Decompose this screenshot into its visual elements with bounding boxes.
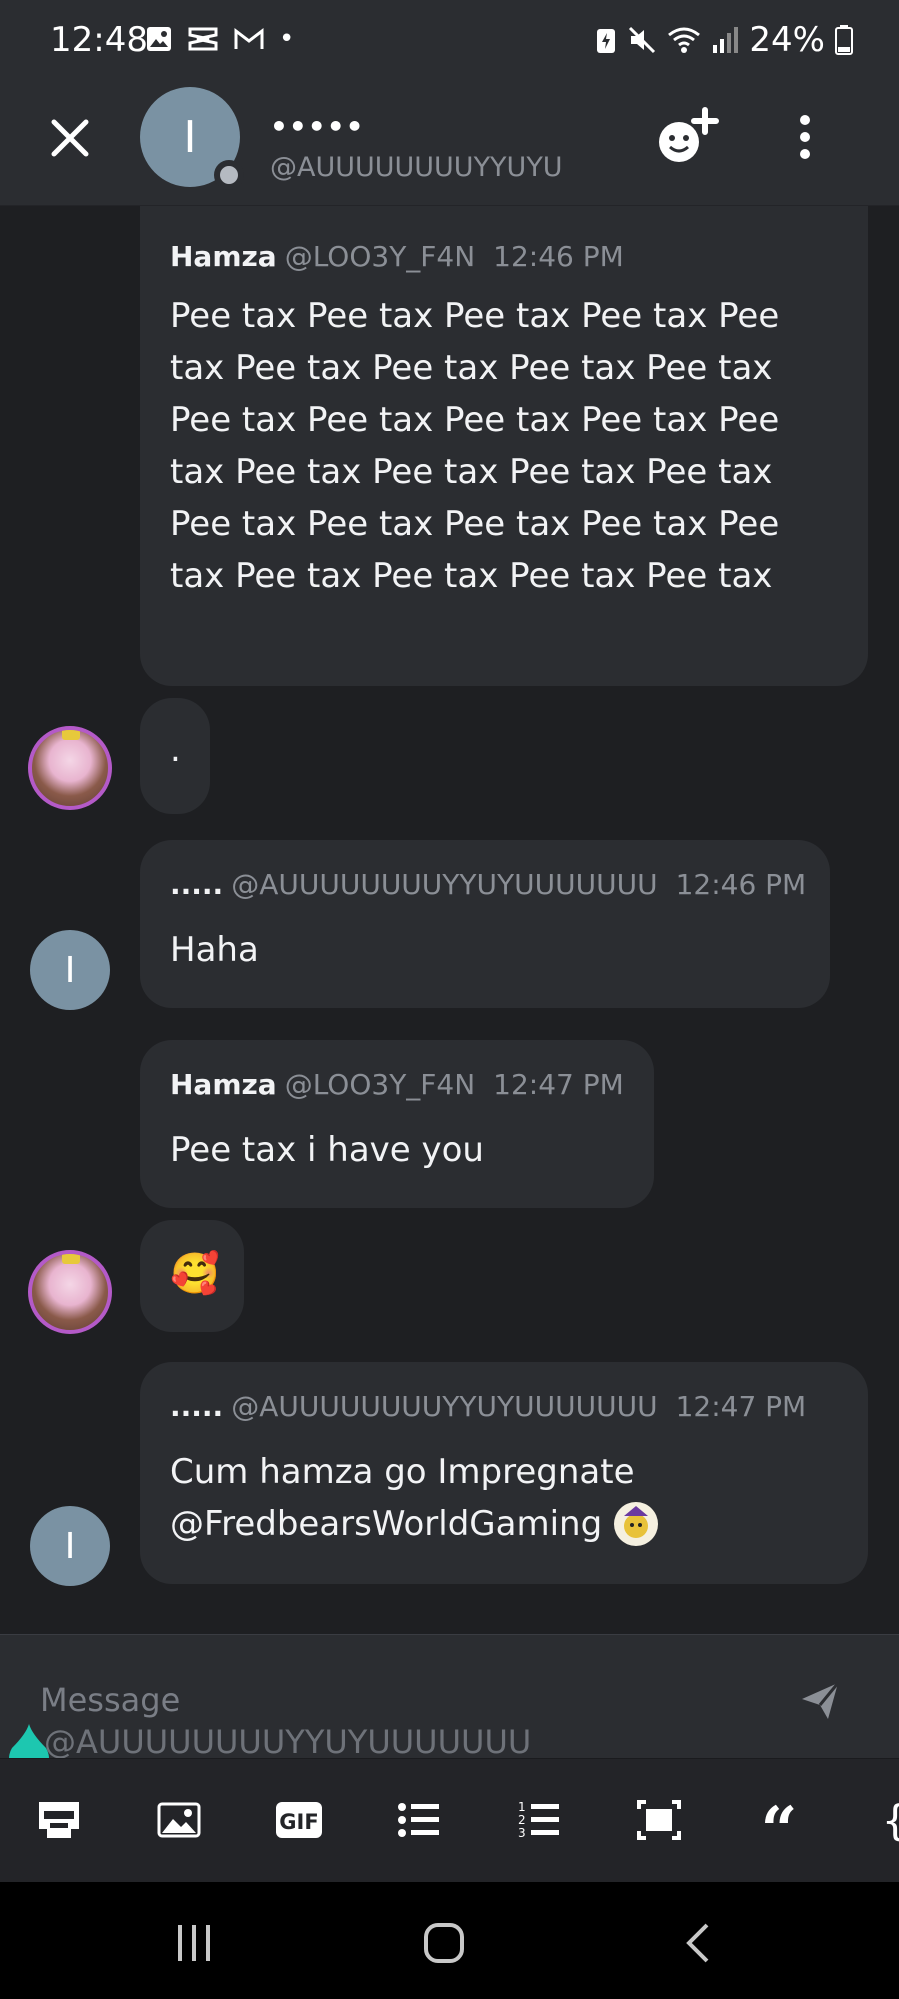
home-icon <box>424 1923 464 1963</box>
svg-text:2: 2 <box>518 1813 526 1827</box>
message-bubble[interactable]: ..... @AUUUUUUUUYYUYUUUUUUU 12:46 PM Haha <box>140 840 830 1008</box>
message-header: ..... @AUUUUUUUUYYUYUUUUUUU 12:46 PM <box>170 868 806 901</box>
message-username: @LOO3Y_F4N <box>284 1068 476 1101</box>
message-text: 🥰 <box>170 1251 220 1297</box>
mute-icon <box>629 26 656 54</box>
send-icon <box>802 1682 840 1719</box>
battery-icon <box>835 25 853 55</box>
message-author[interactable]: ..... <box>170 868 223 901</box>
dm-header: I ••••• @AUUUUUUUUYYUYU <box>0 82 899 206</box>
battery-saver-icon <box>597 29 616 53</box>
message-header: ..... @AUUUUUUUUYYUYUUUUUUU 12:47 PM <box>170 1390 806 1423</box>
message-text: Pee tax i have you <box>170 1130 484 1170</box>
avatar[interactable] <box>28 1250 112 1334</box>
mention[interactable]: @FredbearsWorldGaming <box>170 1498 660 1550</box>
message-text: Cum hamza go Impregnate <box>170 1452 635 1492</box>
recent-apps-icon <box>178 1925 210 1961</box>
status-notification-icons: • <box>145 24 294 54</box>
close-button[interactable] <box>44 112 96 164</box>
add-friend-icon <box>659 107 719 162</box>
header-display-name[interactable]: ••••• <box>270 110 364 143</box>
quote-icon: “ <box>760 1793 798 1868</box>
header-avatar-letter: I <box>183 111 197 163</box>
status-more-dot: • <box>279 24 295 54</box>
svg-text:1: 1 <box>518 1800 526 1814</box>
keyboard-icon <box>39 1802 79 1838</box>
gif-label: GIF <box>279 1810 318 1834</box>
message-bubble[interactable]: Hamza @LOO3Y_F4N 12:47 PM Pee tax i have y… <box>140 1040 654 1208</box>
capcut-notification-icon <box>188 27 218 51</box>
bulleted-list-icon <box>398 1803 439 1837</box>
offline-status-indicator <box>214 160 244 190</box>
more-vertical-icon <box>800 115 810 159</box>
message-text: Pee tax Pee tax Pee tax Pee tax Pee tax … <box>170 296 780 596</box>
message-username: @LOO3Y_F4N <box>284 240 476 273</box>
formatting-toolbar: GIF 123 “ { <box>0 1758 899 1882</box>
message-author[interactable]: ..... <box>170 1390 223 1423</box>
image-icon <box>157 1802 201 1838</box>
code-block-button[interactable]: { <box>870 1796 899 1845</box>
message-bubble[interactable]: ..... @AUUUUUUUUYYUYUUUUUUU 12:47 PM Cum h… <box>140 1362 868 1584</box>
spoiler-button[interactable] <box>634 1797 684 1843</box>
message-timestamp: 12:47 PM <box>675 1390 807 1423</box>
message-username: @AUUUUUUUUYYUYUUUUUUU <box>231 868 658 901</box>
message-bubble[interactable]: . <box>140 698 210 814</box>
gif-button[interactable]: GIF <box>274 1797 324 1843</box>
mention-text[interactable]: @FredbearsWorldGaming <box>170 1498 602 1550</box>
message-username: @AUUUUUUUUYYUYUUUUUUU <box>231 1390 658 1423</box>
back-icon <box>686 1923 709 1963</box>
message-author[interactable]: Hamza <box>170 1068 277 1101</box>
message-bubble[interactable]: Hamza @LOO3Y_F4N 12:46 PM Pee tax Pee tax … <box>140 206 868 686</box>
gif-icon: GIF <box>276 1802 322 1838</box>
message-timestamp: 12:46 PM <box>675 868 807 901</box>
avatar-letter: I <box>64 949 76 991</box>
quote-button[interactable]: “ <box>754 1797 804 1863</box>
gallery-notification-icon <box>147 27 171 51</box>
svg-text:3: 3 <box>518 1826 526 1840</box>
message-timestamp: 12:46 PM <box>493 240 624 273</box>
back-button[interactable] <box>668 1918 728 1968</box>
header-username[interactable]: @AUUUUUUUUYYUYU <box>270 152 600 183</box>
message-timestamp: 12:47 PM <box>493 1068 624 1101</box>
home-button[interactable] <box>414 1918 474 1968</box>
avatar-emoji-icon <box>614 1502 659 1546</box>
avatar[interactable]: I <box>30 930 110 1010</box>
message-header: Hamza @LOO3Y_F4N 12:47 PM <box>170 1068 624 1101</box>
spoiler-icon <box>637 1800 681 1840</box>
numbered-list-icon: 123 <box>518 1800 559 1840</box>
system-navigation-bar <box>0 1882 899 1999</box>
status-system-icons: 24% <box>595 20 853 60</box>
message-text: . <box>170 730 181 770</box>
message-list[interactable]: Hamza @LOO3Y_F4N 12:46 PM Pee tax Pee tax … <box>0 206 899 1634</box>
keyboard-button[interactable] <box>34 1797 84 1843</box>
image-button[interactable] <box>154 1797 204 1843</box>
code-block-icon: { <box>882 1796 899 1845</box>
mention-preview: @AUUUUUUUUYYUYUUUUUUU <box>44 1723 532 1761</box>
avatar-crown <box>62 1254 80 1264</box>
avatar[interactable]: I <box>30 1506 110 1586</box>
signal-icon <box>713 27 739 53</box>
status-bar: 12:48 • 24% <box>0 0 899 82</box>
message-author[interactable]: Hamza <box>170 240 277 273</box>
more-options-button[interactable] <box>790 112 820 162</box>
avatar[interactable] <box>28 726 112 810</box>
message-header: Hamza @LOO3Y_F4N 12:46 PM <box>170 240 624 273</box>
message-composer: @AUUUUUUUUYYUYUUUUUUU <box>0 1634 899 1761</box>
bulleted-list-button[interactable] <box>394 1797 444 1843</box>
message-bubble[interactable]: 🥰 <box>140 1220 244 1332</box>
recent-apps-button[interactable] <box>164 1918 224 1968</box>
numbered-list-button[interactable]: 123 <box>514 1797 564 1843</box>
avatar-letter: I <box>64 1525 76 1567</box>
battery-percent: 24% <box>749 20 825 60</box>
send-button[interactable] <box>798 1679 842 1723</box>
message-text: Haha <box>170 930 259 970</box>
close-icon <box>51 119 89 157</box>
avatar-crown <box>62 730 80 740</box>
gmail-notification-icon <box>234 27 264 49</box>
wifi-icon <box>668 27 701 53</box>
status-time: 12:48 <box>50 20 148 60</box>
add-friend-button[interactable] <box>655 106 723 166</box>
